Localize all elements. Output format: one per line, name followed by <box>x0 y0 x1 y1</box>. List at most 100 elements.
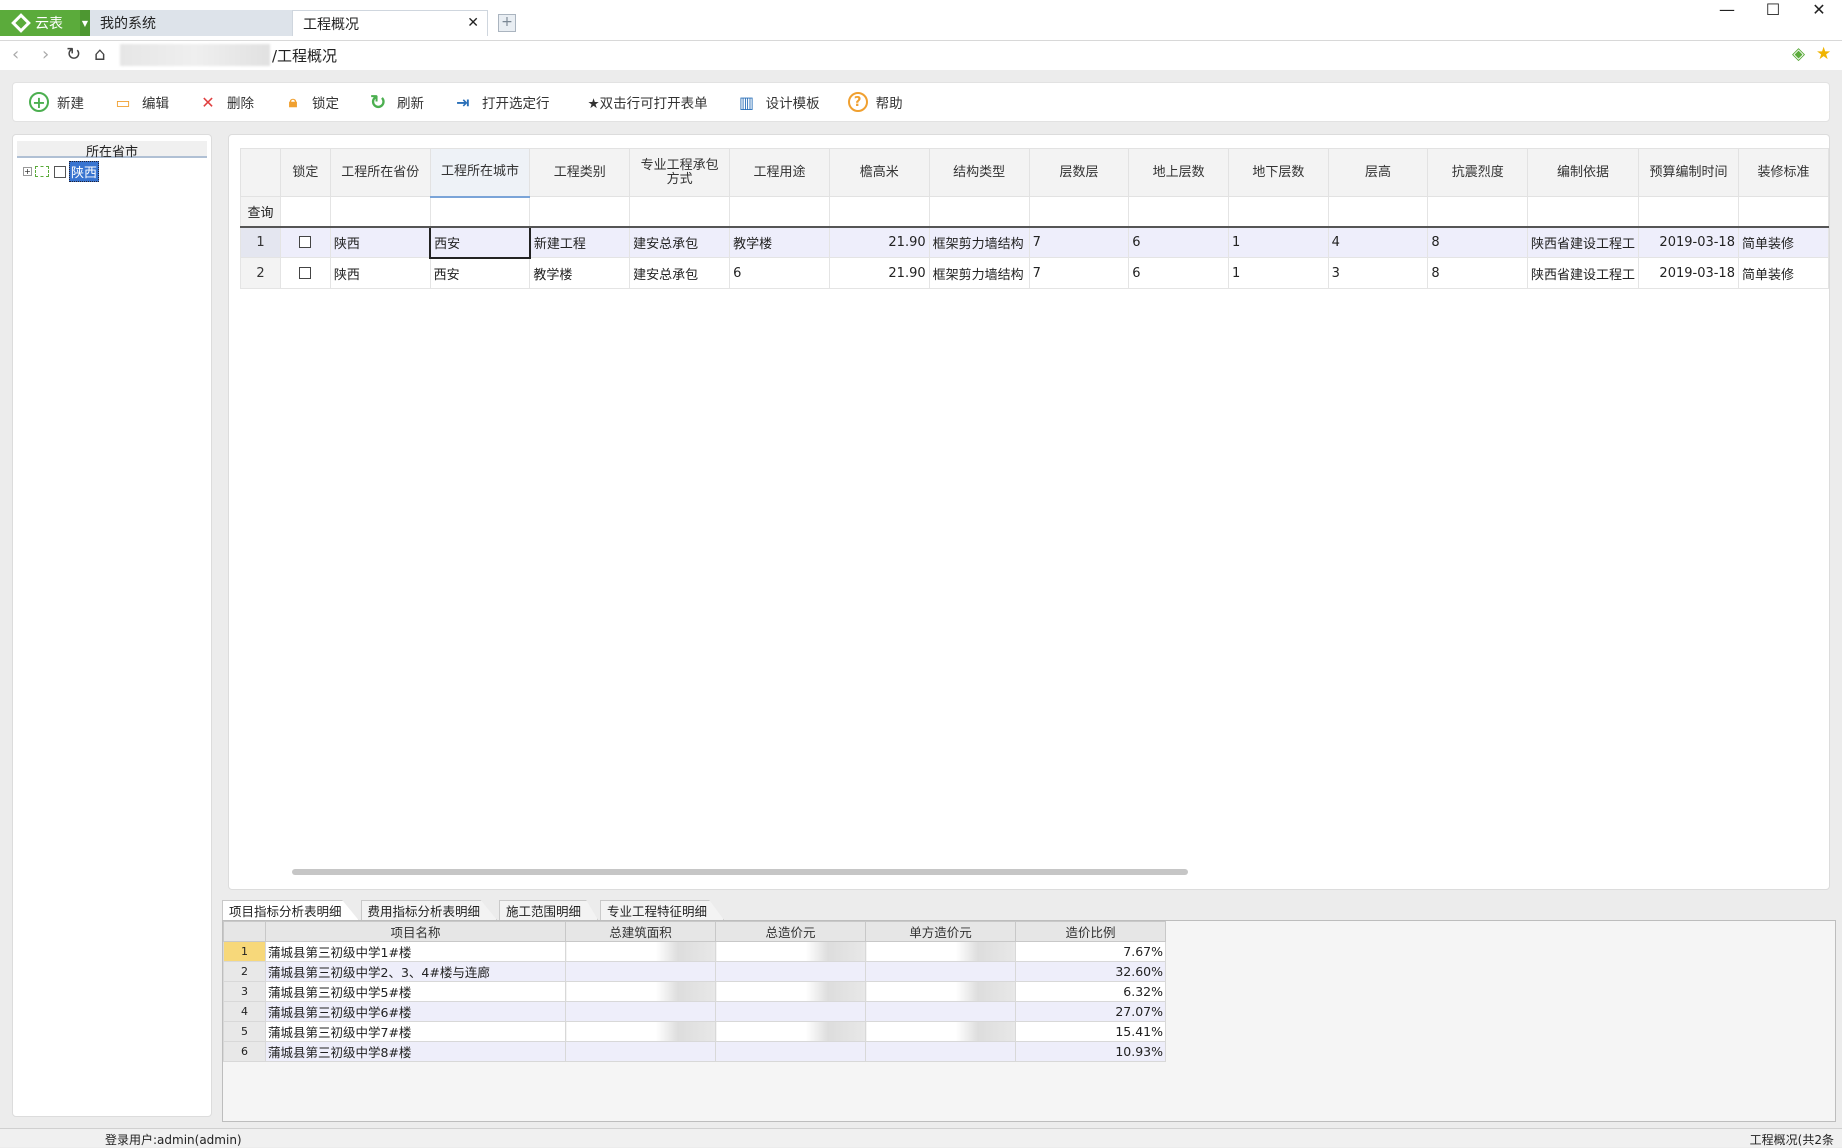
tab-my-system[interactable]: 我的系统 <box>90 10 292 36</box>
cell-floors[interactable]: 7 <box>1028 226 1130 258</box>
favorite-star-icon[interactable]: ★ <box>1816 44 1831 64</box>
detail-col-header[interactable]: 总建筑面积 <box>565 921 716 942</box>
cell-area-redacted[interactable] <box>565 1021 716 1042</box>
col-header[interactable]: 檐高米 <box>828 148 930 197</box>
lock-checkbox-cell[interactable] <box>279 226 331 258</box>
col-header[interactable]: 层数层 <box>1028 148 1130 197</box>
brand-menu-button[interactable]: 云表 <box>0 10 80 36</box>
table-row[interactable]: 3 蒲城县第三初级中学5#楼 6.32% <box>223 981 1166 1002</box>
filter-cell[interactable] <box>629 196 731 228</box>
col-header[interactable]: 预算编制时间 <box>1638 148 1739 197</box>
lock-checkbox[interactable] <box>299 267 312 279</box>
forward-icon[interactable]: › <box>42 44 49 65</box>
cell-unit-cost-redacted[interactable] <box>865 1041 1016 1062</box>
filter-cell[interactable] <box>329 196 431 228</box>
filter-cell[interactable] <box>928 196 1030 228</box>
cell-total-cost-redacted[interactable] <box>715 941 866 962</box>
col-header[interactable]: 结构类型 <box>928 148 1030 197</box>
cell-above[interactable]: 6 <box>1128 226 1229 258</box>
filter-cell[interactable] <box>1737 196 1829 228</box>
cell-usage[interactable]: 6 <box>729 257 830 289</box>
maximize-button[interactable]: ☐ <box>1750 0 1796 19</box>
lock-button[interactable]: 🔒︎ 锁定 <box>282 91 339 113</box>
filter-cell[interactable] <box>1128 196 1229 228</box>
filter-cell[interactable] <box>1527 196 1640 228</box>
reload-icon[interactable]: ↻ <box>66 44 81 65</box>
cell-above[interactable]: 6 <box>1128 257 1229 289</box>
col-header[interactable]: 地上层数 <box>1128 148 1229 197</box>
cell-province[interactable]: 陕西 <box>329 226 431 258</box>
cell-total-cost-redacted[interactable] <box>715 1021 866 1042</box>
col-header[interactable]: 工程用途 <box>729 148 830 197</box>
cell-seismic[interactable]: 8 <box>1427 257 1529 289</box>
cell-usage[interactable]: 教学楼 <box>729 226 830 258</box>
table-row[interactable]: 4 蒲城县第三初级中学6#楼 27.07% <box>223 1001 1166 1022</box>
cell-province[interactable]: 陕西 <box>329 257 431 289</box>
cell-decor[interactable]: 简单装修 <box>1737 257 1829 289</box>
cell-ratio[interactable]: 15.41% <box>1015 1021 1166 1042</box>
cell-unit-cost-redacted[interactable] <box>865 941 1016 962</box>
table-row[interactable]: 1 蒲城县第三初级中学1#楼 7.67% <box>223 941 1166 962</box>
filter-cell[interactable] <box>529 196 631 228</box>
cell-category[interactable]: 新建工程 <box>529 226 631 258</box>
cell-ratio[interactable]: 10.93% <box>1015 1041 1166 1062</box>
filter-cell[interactable] <box>1327 196 1429 228</box>
row-number[interactable]: 3 <box>223 981 266 1002</box>
design-template-button[interactable]: ▥ 设计模板 <box>736 91 820 113</box>
cell-height[interactable]: 21.90 <box>828 257 930 289</box>
filter-cell[interactable] <box>429 196 531 228</box>
col-header[interactable]: 抗震烈度 <box>1427 148 1529 197</box>
filter-cell[interactable] <box>279 196 331 228</box>
cell-area-redacted[interactable] <box>565 1041 716 1062</box>
cell-date[interactable]: 2019-03-18 <box>1638 257 1739 289</box>
back-icon[interactable]: ‹ <box>12 44 19 65</box>
col-header-sorted[interactable]: 工程所在城市 <box>429 148 531 198</box>
cell-project-name[interactable]: 蒲城县第三初级中学5#楼 <box>265 981 566 1002</box>
cell-below[interactable]: 1 <box>1227 226 1329 258</box>
cell-project-name[interactable]: 蒲城县第三初级中学8#楼 <box>265 1041 566 1062</box>
brand-extension-icon[interactable]: ◈ <box>1792 44 1805 64</box>
cell-ratio[interactable]: 27.07% <box>1015 1001 1166 1022</box>
filter-cell[interactable] <box>1028 196 1130 228</box>
close-tab-icon[interactable]: ✕ <box>467 15 479 31</box>
row-number[interactable]: 6 <box>223 1041 266 1062</box>
cell-ratio[interactable]: 32.60% <box>1015 961 1166 982</box>
col-header[interactable]: 装修标准 <box>1737 148 1829 197</box>
cell-city[interactable]: 西安 <box>429 225 531 259</box>
row-number[interactable]: 1 <box>240 226 281 258</box>
detail-col-header[interactable]: 总造价元 <box>715 921 866 942</box>
cell-date[interactable]: 2019-03-18 <box>1638 226 1739 258</box>
tab-cost-index[interactable]: 费用指标分析表明细 <box>360 900 498 920</box>
lock-checkbox[interactable] <box>299 236 312 249</box>
row-number[interactable]: 4 <box>223 1001 266 1022</box>
filter-cell[interactable] <box>828 196 930 228</box>
cell-category[interactable]: 教学楼 <box>529 257 631 289</box>
tab-construction-scope[interactable]: 施工范围明细 <box>499 900 599 920</box>
cell-unit-cost-redacted[interactable] <box>865 1001 1016 1022</box>
cell-contract[interactable]: 建安总承包 <box>629 226 731 258</box>
row-number[interactable]: 1 <box>223 941 266 962</box>
col-header[interactable]: 工程所在省份 <box>329 148 431 197</box>
new-button[interactable]: + 新建 <box>29 92 84 112</box>
cell-area-redacted[interactable] <box>565 941 716 962</box>
filter-cell[interactable] <box>1227 196 1329 228</box>
cell-floors[interactable]: 7 <box>1028 257 1130 289</box>
cell-contract[interactable]: 建安总承包 <box>629 257 731 289</box>
cell-unit-cost-redacted[interactable] <box>865 961 1016 982</box>
col-header[interactable]: 地下层数 <box>1227 148 1329 197</box>
open-selected-button[interactable]: ⇥ 打开选定行 <box>452 91 549 113</box>
cell-decor[interactable]: 简单装修 <box>1737 226 1829 258</box>
table-row[interactable]: 2 陕西 西安 教学楼 建安总承包 6 21.90 框架剪力墙结构 7 6 1 … <box>240 257 1829 289</box>
cell-unit-cost-redacted[interactable] <box>865 981 1016 1002</box>
cell-project-name[interactable]: 蒲城县第三初级中学1#楼 <box>265 941 566 962</box>
cell-area-redacted[interactable] <box>565 981 716 1002</box>
col-header[interactable]: 编制依据 <box>1527 148 1640 197</box>
table-row[interactable]: 1 陕西 西安 新建工程 建安总承包 教学楼 21.90 框架剪力墙结构 7 6… <box>240 225 1829 259</box>
cell-height[interactable]: 21.90 <box>828 226 930 258</box>
expand-plus-icon[interactable]: + <box>23 167 32 176</box>
filter-cell[interactable] <box>1638 196 1739 228</box>
edit-button[interactable]: ▭ 编辑 <box>112 91 169 113</box>
table-row[interactable]: 5 蒲城县第三初级中学7#楼 15.41% <box>223 1021 1166 1042</box>
cell-city[interactable]: 西安 <box>429 257 531 289</box>
cell-basis[interactable]: 陕西省建设工程工 <box>1527 226 1640 258</box>
